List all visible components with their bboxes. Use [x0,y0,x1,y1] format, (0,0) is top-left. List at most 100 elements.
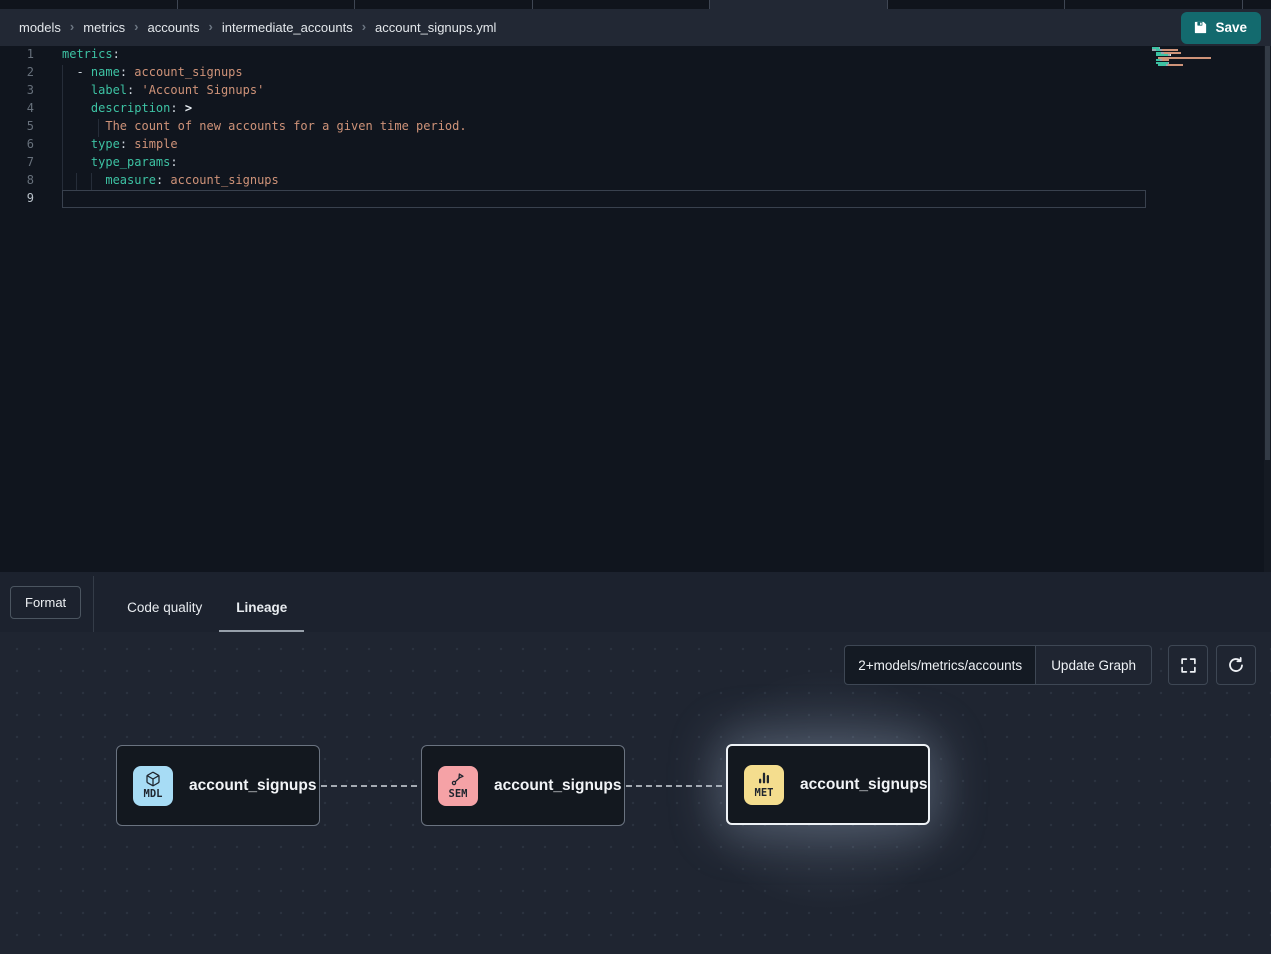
chevron-right-icon: › [209,19,213,34]
code-token: : [127,83,141,97]
breadcrumb-item[interactable]: metrics [83,20,125,35]
indent-guide [62,155,63,173]
node-label: account_signups [800,776,927,794]
indent-guide [62,101,63,119]
line-number: 9 [0,191,34,209]
indent-guide [98,119,99,137]
code-line: measure: account_signups [62,173,1146,191]
code-token: : [156,173,170,187]
line-number: 1 [0,47,34,65]
bar-chart-icon [756,770,772,786]
panel-tab-code-quality[interactable]: Code quality [110,584,219,632]
code-editor[interactable]: 123456789 metrics: - name: account_signu… [0,46,1271,572]
breadcrumb-item[interactable]: intermediate_accounts [222,20,353,35]
chevron-right-icon: › [362,19,366,34]
bottom-panel-header: Format Code qualityLineage [0,572,1271,632]
editor-tab[interactable] [1065,0,1243,9]
line-number: 3 [0,83,34,101]
lineage-canvas[interactable]: MDLaccount_signupsSEMaccount_signupsMETa… [0,632,1271,954]
code-token: : [120,137,134,151]
editor-gutter: 123456789 [0,47,34,209]
ide-screen: models › metrics › accounts › intermediate_acc… [0,0,1271,954]
indent-guide [62,83,63,101]
breadcrumb-item[interactable]: account_signups.yml [375,20,496,35]
code-line: label: 'Account Signups' [62,83,1146,101]
cube-icon [145,771,161,787]
minimap-line [1152,67,1262,69]
chevron-right-icon: › [70,19,74,34]
code-token [62,173,105,187]
lineage-node-met[interactable]: METaccount_signups [726,744,930,825]
code-token: account_signups [170,173,278,187]
code-line: The count of new accounts for a given ti… [62,119,1146,137]
indent-guide [62,65,63,83]
code-token: measure [105,173,156,187]
fullscreen-icon [1180,657,1197,674]
line-number: 2 [0,65,34,83]
code-line: - name: account_signups [62,65,1146,83]
editor-tab[interactable] [0,0,178,9]
fullscreen-button[interactable] [1168,645,1208,685]
code-token: The count of new accounts for a given ti… [105,119,466,133]
line-number: 4 [0,101,34,119]
editor-code[interactable]: metrics: - name: account_signups label: … [62,47,1146,209]
code-token [62,155,91,169]
editor-tabstrip [0,0,1271,9]
code-token: account_signups [134,65,242,79]
update-graph-button[interactable]: Update Graph [1036,645,1152,685]
editor-tab-active[interactable] [710,0,888,9]
breadcrumb-item[interactable]: accounts [148,20,200,35]
code-line: description: > [62,101,1146,119]
node-type-badge: SEM [438,766,478,806]
format-button[interactable]: Format [10,586,81,619]
share-network-icon [450,771,466,787]
scrollbar-thumb[interactable] [1265,46,1270,460]
node-label: account_signups [494,777,621,795]
line-number: 8 [0,173,34,191]
divider [93,576,94,632]
save-button-label: Save [1215,20,1247,35]
code-token: : [170,155,177,169]
line-number: 7 [0,155,34,173]
editor-tab[interactable] [533,0,711,9]
code-token: type [91,137,120,151]
code-token [62,137,91,151]
line-number: 6 [0,137,34,155]
save-button[interactable]: Save [1181,12,1261,44]
indent-guide [62,119,63,137]
code-line: metrics: [62,47,1146,65]
editor-tab[interactable] [355,0,533,9]
breadcrumb: models › metrics › accounts › intermediate_acc… [19,20,1181,35]
code-token: name [91,65,120,79]
editor-tab[interactable] [178,0,356,9]
code-token: : [170,101,184,115]
breadcrumb-item[interactable]: models [19,20,61,35]
node-type-label: SEM [449,788,468,800]
code-line [62,191,1146,209]
code-token: : [113,47,120,61]
lineage-node-mdl[interactable]: MDLaccount_signups [116,745,320,826]
line-number: 5 [0,119,34,137]
indent-guide [62,173,63,191]
refresh-icon [1227,656,1245,674]
code-line: type_params: [62,155,1146,173]
refresh-button[interactable] [1216,645,1256,685]
lineage-toolbar: Update Graph [844,645,1256,685]
lineage-selector-input[interactable] [844,645,1036,685]
editor-tab[interactable] [888,0,1066,9]
code-token: type_params [91,155,170,169]
code-token: simple [134,137,177,151]
panel-tabs: Code qualityLineage [110,584,304,632]
code-line: type: simple [62,137,1146,155]
code-token: : [120,65,134,79]
lineage-node-sem[interactable]: SEM account_signups [421,745,625,826]
current-line-highlight [62,190,1146,208]
editor-scrollbar[interactable] [1264,46,1271,572]
code-token: description [91,101,170,115]
node-type-badge: MDL [133,766,173,806]
code-token: label [91,83,127,97]
minimap[interactable] [1152,47,1262,69]
panel-tab-lineage[interactable]: Lineage [219,584,304,632]
code-token: - [62,65,91,79]
indent-guide [76,173,77,191]
